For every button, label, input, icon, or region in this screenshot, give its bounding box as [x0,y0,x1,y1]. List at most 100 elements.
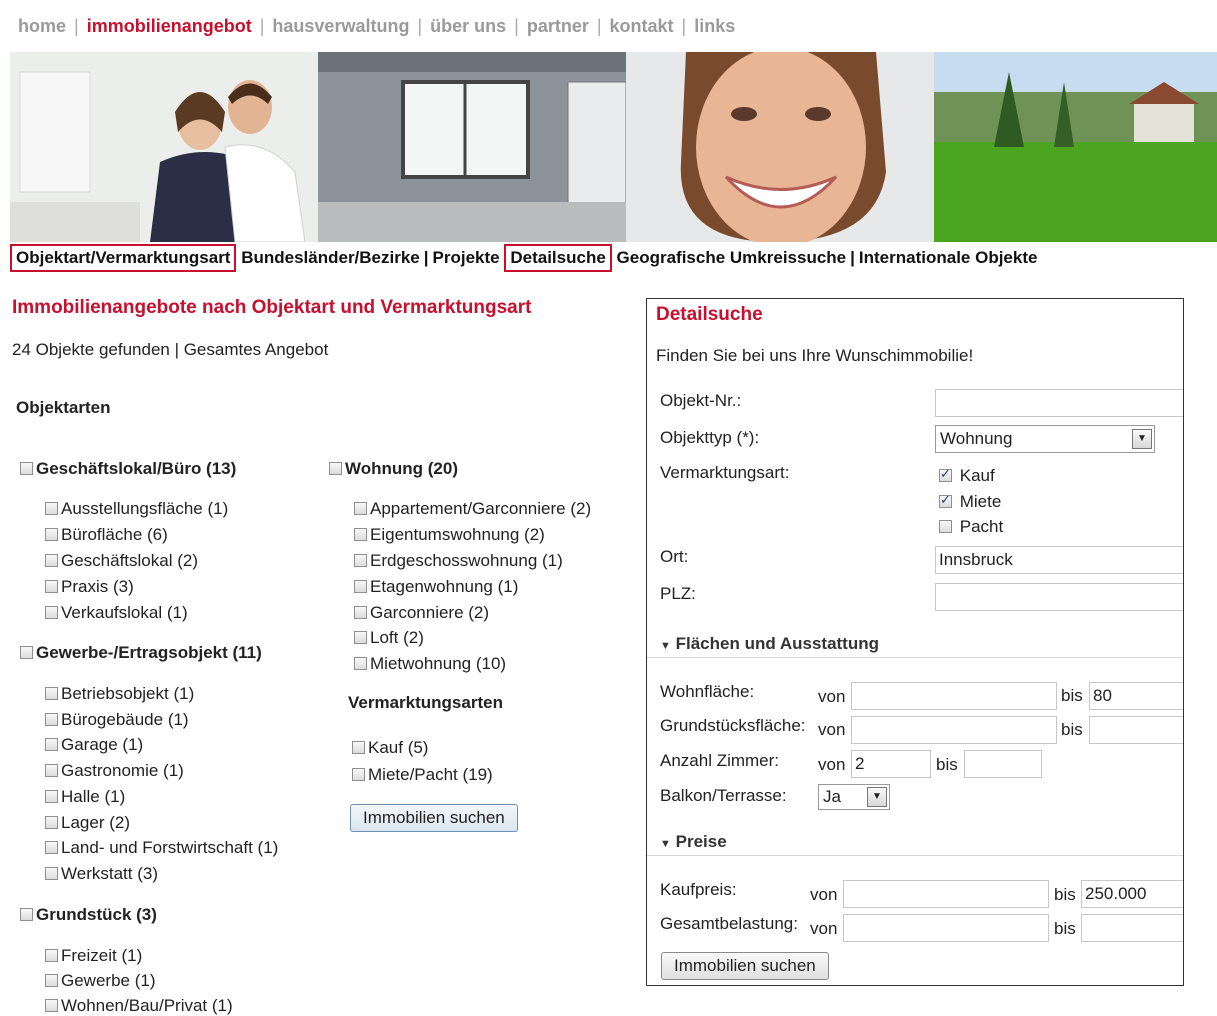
checkbox[interactable] [45,790,58,803]
category-gewerbe[interactable]: Gewerbe-/Ertragsobjekt (11) [20,643,262,663]
nav-home[interactable]: home [18,16,66,36]
section-preise[interactable]: ▼ Preise [660,832,727,852]
list-item[interactable]: Wohnen/Bau/Privat (1) [45,996,233,1016]
checkbox[interactable] [20,462,33,475]
nav-ueber-uns[interactable]: über uns [430,16,506,36]
list-item[interactable]: Land- und Forstwirtschaft (1) [45,838,278,858]
list-item[interactable]: Garage (1) [45,735,143,755]
tab-international[interactable]: Internationale Objekte [859,248,1038,267]
checkbox[interactable] [20,646,33,659]
list-item[interactable]: Etagenwohnung (1) [354,577,518,597]
checkbox[interactable] [45,949,58,962]
kaufpreis-bis-input[interactable] [1081,880,1183,908]
category-geschaeftslokal[interactable]: Geschäftslokal/Büro (13) [20,459,236,479]
plz-input[interactable] [935,583,1183,611]
list-item[interactable]: Miete/Pacht (19) [352,765,493,785]
tab-umkreissuche[interactable]: Geografische Umkreissuche [617,248,847,267]
zimmer-bis-input[interactable] [964,750,1042,778]
option-pacht[interactable]: Pacht [939,517,1003,537]
checkbox-checked[interactable] [939,466,952,482]
list-item[interactable]: Werkstatt (3) [45,864,158,884]
checkbox[interactable] [354,554,367,567]
checkbox[interactable] [354,631,367,644]
list-item[interactable]: Kauf (5) [352,738,428,758]
checkbox[interactable] [352,741,365,754]
list-item[interactable]: Betriebsobjekt (1) [45,684,194,704]
list-item[interactable]: Appartement/Garconniere (2) [354,499,591,519]
tab-projekte[interactable]: Projekte [433,248,500,267]
checkbox[interactable] [45,764,58,777]
checkbox[interactable] [354,580,367,593]
search-button[interactable]: Immobilien suchen [350,804,518,832]
detail-search-button[interactable]: Immobilien suchen [661,952,829,980]
checkbox-checked[interactable] [939,492,952,508]
nav-links[interactable]: links [694,16,735,36]
list-item[interactable]: Lager (2) [45,813,130,833]
item-label: Bürogebäude (1) [61,710,189,729]
list-item[interactable]: Ausstellungsfläche (1) [45,499,228,519]
tab-detailsuche[interactable]: Detailsuche [504,244,612,272]
wohnflaeche-bis-input[interactable] [1089,682,1183,710]
list-item[interactable]: Eigentumswohnung (2) [354,525,545,545]
grundstueck-von-input[interactable] [851,716,1057,744]
checkbox[interactable] [45,502,58,515]
triangle-down-icon: ▼ [660,640,671,652]
list-item[interactable]: Verkaufslokal (1) [45,603,188,623]
nav-hausverwaltung[interactable]: hausverwaltung [272,16,409,36]
checkbox[interactable] [354,502,367,515]
category-wohnung[interactable]: Wohnung (20) [329,459,458,479]
checkbox[interactable] [45,687,58,700]
option-kauf[interactable]: Kauf [939,466,995,486]
objekttyp-select[interactable]: Wohnung ▼ [935,425,1155,453]
list-item[interactable]: Geschäftslokal (2) [45,551,198,571]
checkbox[interactable] [45,816,58,829]
checkbox[interactable] [352,768,365,781]
option-miete[interactable]: Miete [939,492,1001,512]
checkbox[interactable] [45,606,58,619]
zimmer-von-input[interactable] [851,750,931,778]
checkbox[interactable] [45,738,58,751]
list-item[interactable]: Bürogebäude (1) [45,710,189,730]
nav-partner[interactable]: partner [527,16,589,36]
checkbox[interactable] [45,580,58,593]
checkbox[interactable] [45,974,58,987]
list-item[interactable]: Halle (1) [45,787,125,807]
list-item[interactable]: Mietwohnung (10) [354,654,506,674]
checkbox[interactable] [45,999,58,1012]
checkbox[interactable] [939,520,952,533]
checkbox[interactable] [45,841,58,854]
category-grundstueck[interactable]: Grundstück (3) [20,905,157,925]
checkbox[interactable] [45,713,58,726]
tab-objektart[interactable]: Objektart/Vermarktungsart [10,244,237,272]
objektnr-input[interactable] [935,389,1183,417]
checkbox[interactable] [354,657,367,670]
list-item[interactable]: Bürofläche (6) [45,525,168,545]
checkbox[interactable] [354,606,367,619]
section-flaechen[interactable]: ▼ Flächen und Ausstattung [660,634,879,654]
wohnflaeche-von-input[interactable] [851,682,1057,710]
gesamtbelastung-bis-input[interactable] [1081,914,1183,942]
checkbox[interactable] [354,528,367,541]
grundstueck-bis-input[interactable] [1089,716,1183,744]
checkbox[interactable] [329,462,342,475]
list-item[interactable]: Garconniere (2) [354,603,489,623]
kaufpreis-von-input[interactable] [843,880,1049,908]
list-item[interactable]: Loft (2) [354,628,424,648]
checkbox[interactable] [45,528,58,541]
ort-input[interactable] [935,546,1183,574]
list-item[interactable]: Gewerbe (1) [45,971,155,991]
list-item[interactable]: Praxis (3) [45,577,134,597]
list-item[interactable]: Erdgeschosswohnung (1) [354,551,563,571]
tab-bundeslaender[interactable]: Bundesländer/Bezirke [241,248,420,267]
chevron-down-icon[interactable]: ▼ [1132,429,1152,449]
nav-immobilienangebot[interactable]: immobilienangebot [87,16,252,36]
gesamtbelastung-von-input[interactable] [843,914,1049,942]
checkbox[interactable] [45,554,58,567]
list-item[interactable]: Freizeit (1) [45,946,142,966]
nav-kontakt[interactable]: kontakt [610,16,674,36]
chevron-down-icon[interactable]: ▼ [867,787,887,807]
balkon-select[interactable]: Ja ▼ [818,784,890,810]
list-item[interactable]: Gastronomie (1) [45,761,184,781]
checkbox[interactable] [20,908,33,921]
checkbox[interactable] [45,867,58,880]
